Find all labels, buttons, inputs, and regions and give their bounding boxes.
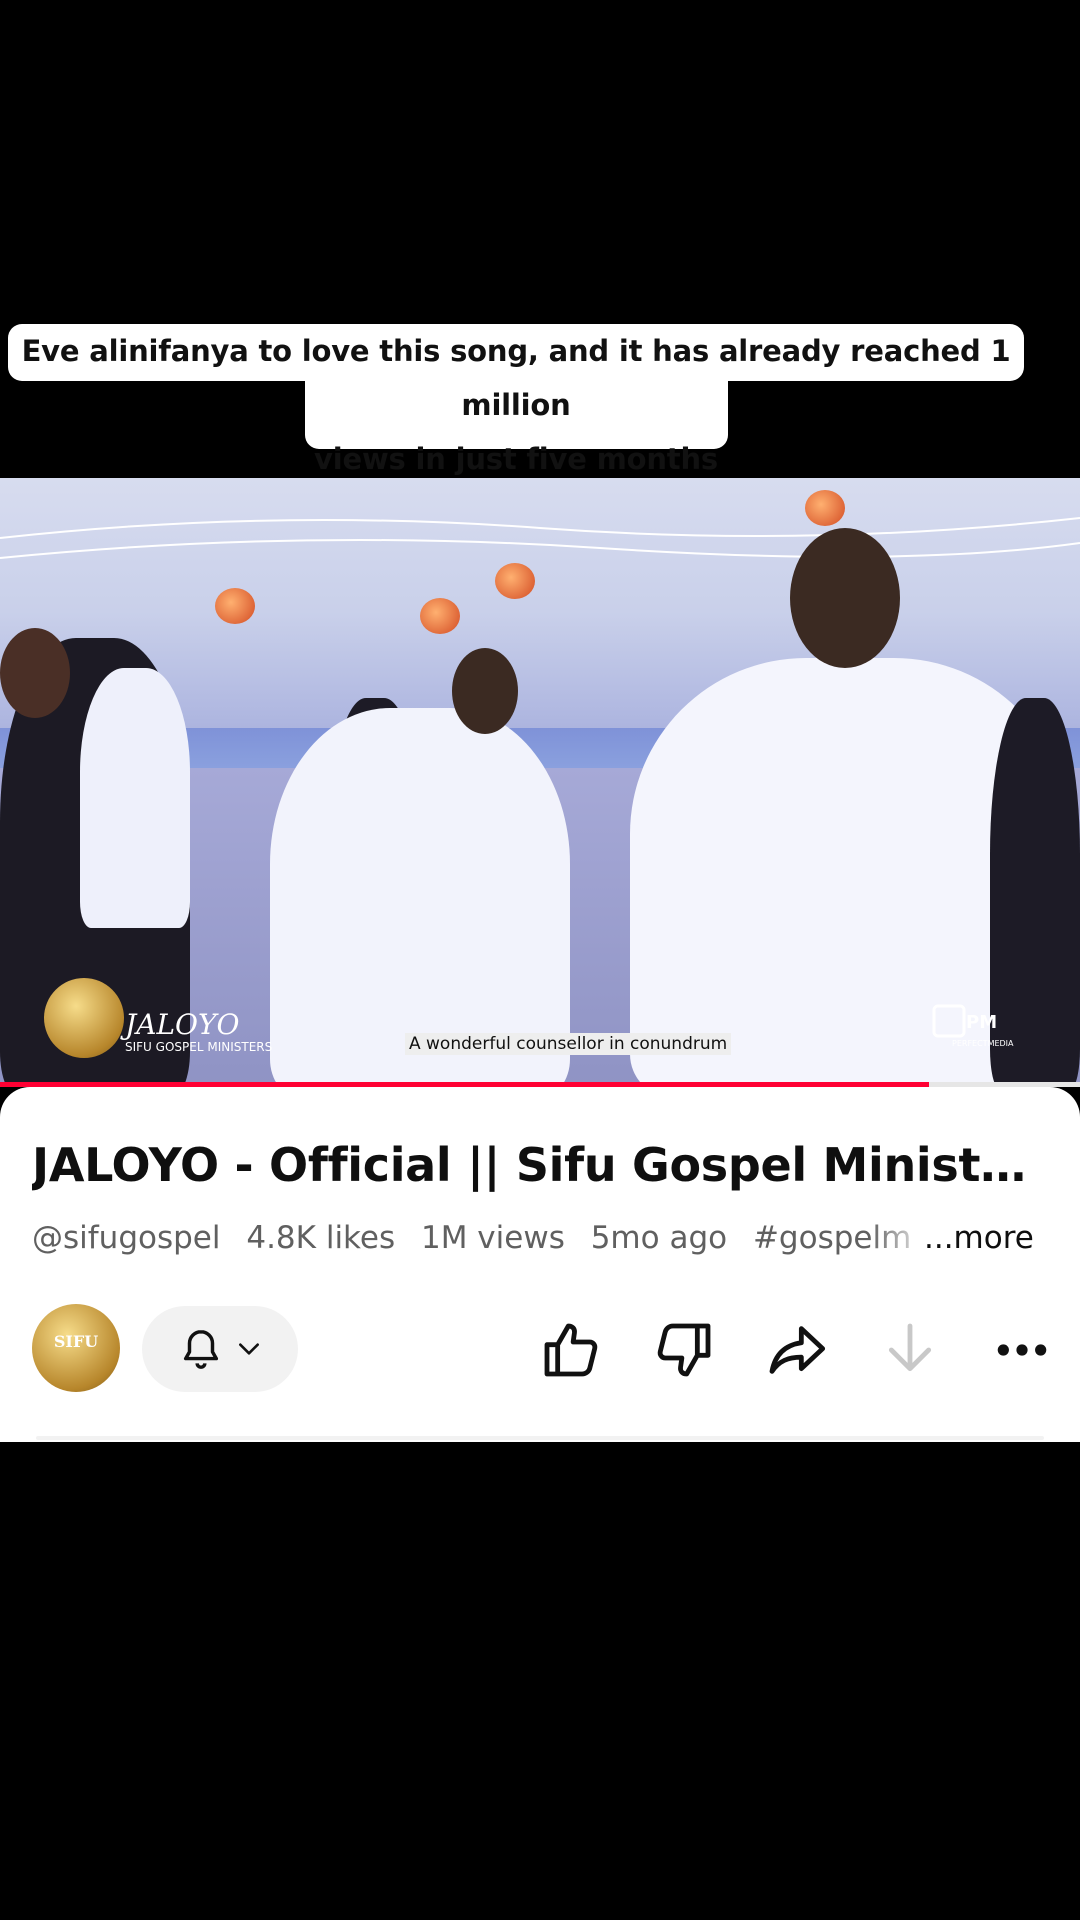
caption-text: Eve alinifanya to love this song, and it… [8,324,1024,486]
singer-head [0,628,70,718]
lantern [495,563,535,599]
singer-head [790,528,900,668]
upload-age: 5mo ago [590,1220,728,1256]
video-logo-emblem [44,978,124,1058]
lantern [215,588,255,624]
download-icon[interactable] [878,1318,942,1382]
perfectmedia-watermark: PM PERFECTMEDIA [932,1004,1014,1048]
channel-avatar[interactable]: SIFU [32,1304,120,1392]
subscribe-notification-button[interactable] [142,1306,298,1392]
watermark-text: PERFECTMEDIA [952,1039,1014,1048]
video-meta: @sifugospel 4.8K likes 1M views 5mo ago … [32,1220,927,1256]
chevron-down-icon [239,1343,259,1355]
like-count: 4.8K likes [246,1220,396,1256]
video-overlay-title: JALOYO [125,1008,240,1041]
view-count: 1M views [420,1220,565,1256]
share-icon[interactable] [764,1318,828,1382]
video-title[interactable]: JALOYO - Official || Sifu Gospel Ministe… [32,1138,1052,1192]
thumbs-down-icon[interactable] [652,1318,716,1382]
avatar-text: SIFU [53,1332,99,1351]
panel-divider [36,1436,1044,1440]
singer-head [452,648,518,734]
video-overlay-ministry: SIFU GOSPEL MINISTERS [125,1040,273,1054]
video-subtitle: A wonderful counsellor in conundrum [405,1033,732,1055]
more-horizontal-icon[interactable] [990,1318,1054,1382]
thumbs-up-icon[interactable] [539,1318,603,1382]
video-player[interactable] [0,478,1080,1087]
singer-center [270,708,570,1087]
channel-handle[interactable]: @sifugospel [32,1220,220,1256]
singer [80,668,190,928]
svg-text:PM: PM [966,1012,997,1033]
bell-icon [183,1330,219,1369]
lantern [420,598,460,634]
string-lights [0,517,1080,559]
lantern [805,490,845,526]
more-button[interactable]: ...more [920,1220,1034,1256]
caption-line-1: Eve alinifanya to love this song, and it… [21,334,1011,422]
